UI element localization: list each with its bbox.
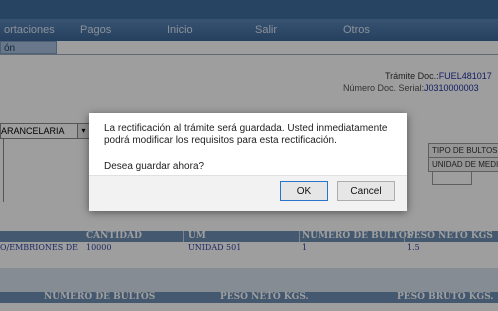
confirm-dialog: La rectificación al trámite será guardad… <box>89 113 407 211</box>
dialog-question: Desea guardar ahora? <box>104 161 205 172</box>
dialog-message: La rectificación al trámite será guardad… <box>104 123 388 146</box>
ok-button[interactable]: OK <box>280 181 328 201</box>
cancel-button[interactable]: Cancel <box>337 181 395 201</box>
